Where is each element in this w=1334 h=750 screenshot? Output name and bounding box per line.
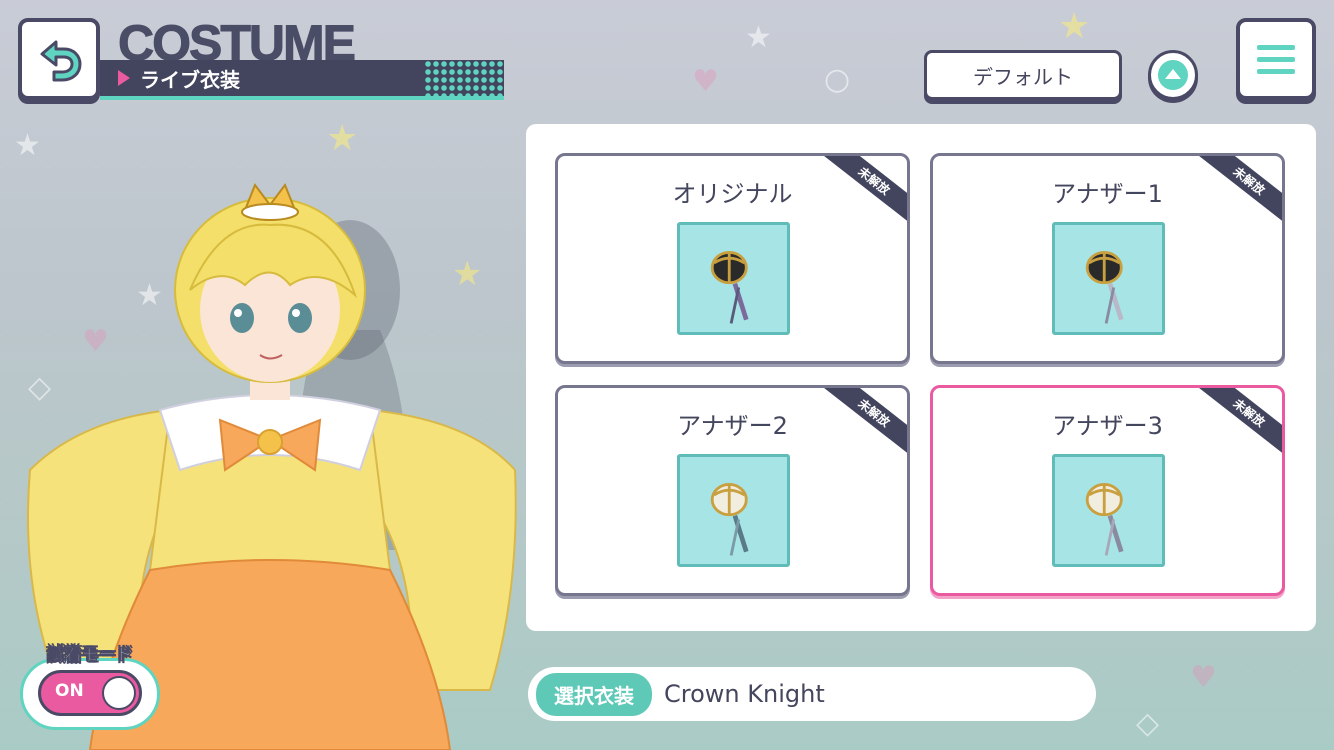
scepter-icon — [710, 483, 749, 556]
page-subtitle: ライブ衣装 — [140, 67, 240, 92]
dot-pattern-decoration — [424, 60, 504, 96]
selected-costume-bar: 選択衣装 Crown Knight — [528, 667, 1096, 721]
diamond-decoration: ◇ — [1136, 706, 1160, 741]
default-sort-button[interactable]: デフォルト — [924, 50, 1122, 100]
back-button[interactable] — [18, 18, 100, 100]
costume-thumbnail — [677, 222, 790, 335]
sort-up-icon — [1158, 60, 1188, 90]
selected-costume-tag: 選択衣装 — [536, 672, 652, 716]
costume-thumbnail — [677, 454, 790, 567]
menu-button[interactable] — [1236, 18, 1316, 100]
selected-costume-name: Crown Knight — [664, 680, 825, 708]
back-arrow-icon — [40, 40, 82, 82]
star-decoration: ★ — [326, 118, 359, 159]
star-decoration: ★ — [14, 128, 41, 163]
heart-decoration: ♥ — [692, 64, 719, 99]
try-on-toggle[interactable]: ON — [38, 670, 142, 716]
page-subtitle-bar: ライブ衣装 — [100, 60, 504, 100]
play-triangle-icon — [118, 70, 130, 86]
costume-card-original[interactable]: オリジナル 未解放 — [555, 153, 910, 364]
costume-thumbnail — [1052, 222, 1165, 335]
scepter-icon — [1085, 483, 1124, 556]
heart-decoration: ♥ — [1190, 660, 1217, 695]
toggle-state-label: ON — [55, 681, 84, 701]
try-on-label: 試着モード — [47, 645, 133, 666]
costume-card-another2[interactable]: アナザー2 未解放 — [555, 385, 910, 596]
hamburger-icon — [1257, 44, 1295, 50]
costume-card-another3[interactable]: アナザー3 未解放 — [930, 385, 1285, 596]
star-decoration: ★ — [1058, 6, 1091, 47]
try-on-mode-control: 試着モード ON — [20, 640, 160, 732]
circle-decoration: ○ — [824, 62, 851, 97]
star-decoration: ★ — [745, 20, 772, 55]
scepter-icon — [710, 251, 749, 324]
sort-order-button[interactable] — [1148, 50, 1198, 100]
scepter-icon — [1085, 251, 1124, 324]
toggle-knob — [102, 676, 136, 710]
costume-list-panel: オリジナル 未解放 アナザー1 未解放 アナザー2 未解放 アナザー3 未解放 — [526, 124, 1316, 631]
costume-card-another1[interactable]: アナザー1 未解放 — [930, 153, 1285, 364]
costume-thumbnail — [1052, 454, 1165, 567]
